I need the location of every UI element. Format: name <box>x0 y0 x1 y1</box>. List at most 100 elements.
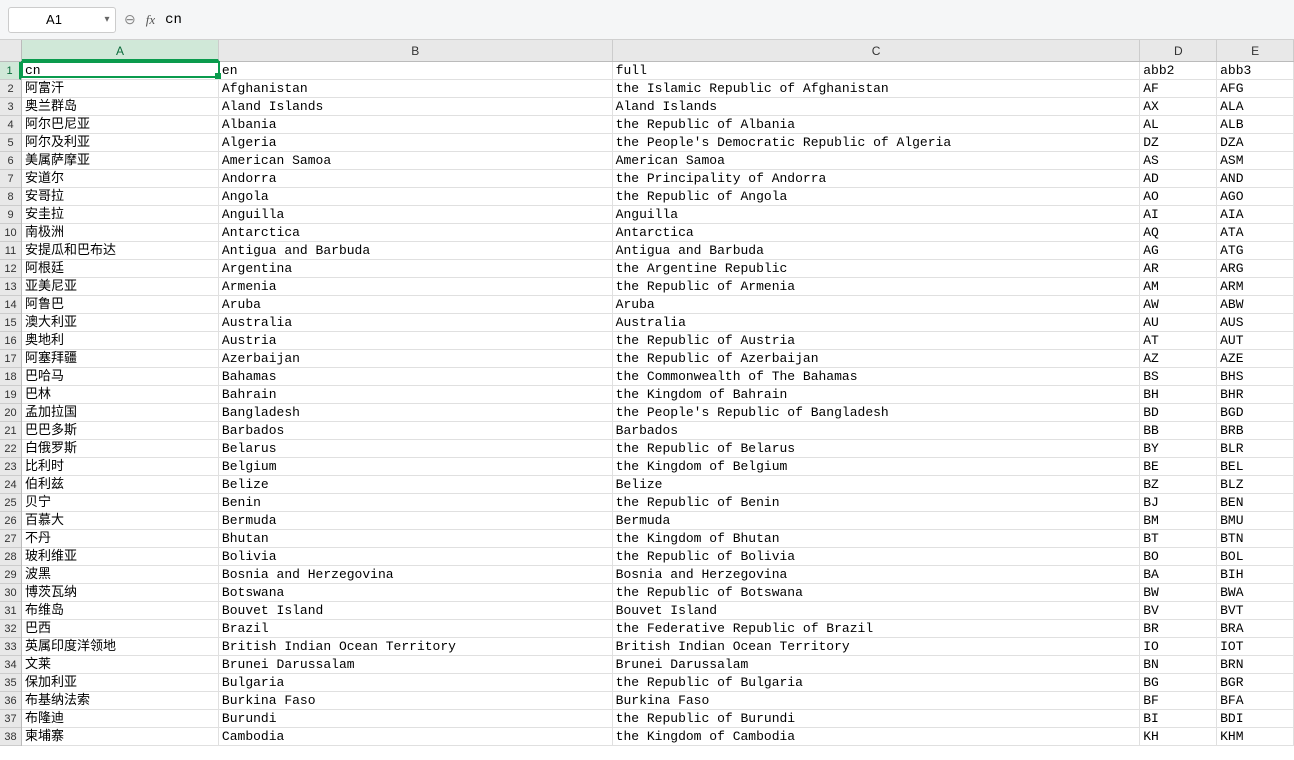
cell[interactable]: Armenia <box>219 278 613 295</box>
cell[interactable]: AT <box>1140 332 1217 349</box>
cell[interactable]: 百慕大 <box>22 512 219 529</box>
cell[interactable]: BR <box>1140 620 1217 637</box>
cell[interactable]: BA <box>1140 566 1217 583</box>
name-box-wrap[interactable]: ▾ <box>8 7 116 33</box>
cell[interactable]: 南极洲 <box>22 224 219 241</box>
cell[interactable]: BDI <box>1217 710 1294 727</box>
cell[interactable]: AFG <box>1217 80 1294 97</box>
cell[interactable]: Bouvet Island <box>219 602 613 619</box>
cell[interactable]: cn <box>22 62 219 79</box>
cell[interactable]: BH <box>1140 386 1217 403</box>
row-header[interactable]: 20 <box>0 404 21 422</box>
cell[interactable]: BHS <box>1217 368 1294 385</box>
cell[interactable]: BHR <box>1217 386 1294 403</box>
column-headers[interactable]: ABCDE <box>22 40 1294 62</box>
cell[interactable]: ALB <box>1217 116 1294 133</box>
row-header[interactable]: 19 <box>0 386 21 404</box>
cell[interactable]: 文莱 <box>22 656 219 673</box>
cell[interactable]: Antigua and Barbuda <box>219 242 613 259</box>
cell[interactable]: Bosnia and Herzegovina <box>219 566 613 583</box>
cell[interactable]: AUS <box>1217 314 1294 331</box>
row-header[interactable]: 25 <box>0 494 21 512</box>
cell[interactable]: the Republic of Albania <box>613 116 1141 133</box>
row-header[interactable]: 15 <box>0 314 21 332</box>
cell[interactable]: the Republic of Austria <box>613 332 1141 349</box>
cell[interactable]: British Indian Ocean Territory <box>219 638 613 655</box>
cell[interactable]: BMU <box>1217 512 1294 529</box>
row-header[interactable]: 3 <box>0 98 21 116</box>
cell[interactable]: Anguilla <box>613 206 1141 223</box>
cell[interactable]: 柬埔寨 <box>22 728 219 745</box>
zoom-out-icon[interactable]: ⊖ <box>124 11 136 28</box>
cell[interactable]: BG <box>1140 674 1217 691</box>
row-header[interactable]: 14 <box>0 296 21 314</box>
cell[interactable]: the Kingdom of Bhutan <box>613 530 1141 547</box>
cell[interactable]: the Kingdom of Belgium <box>613 458 1141 475</box>
cell[interactable]: Algeria <box>219 134 613 151</box>
cell[interactable]: Barbados <box>613 422 1141 439</box>
cell[interactable]: 阿鲁巴 <box>22 296 219 313</box>
cell[interactable]: BI <box>1140 710 1217 727</box>
cell[interactable]: BEL <box>1217 458 1294 475</box>
cell[interactable]: 玻利维亚 <box>22 548 219 565</box>
cell[interactable]: Bolivia <box>219 548 613 565</box>
cell[interactable]: AZ <box>1140 350 1217 367</box>
cell[interactable]: KH <box>1140 728 1217 745</box>
cell[interactable]: BN <box>1140 656 1217 673</box>
cell[interactable]: BVT <box>1217 602 1294 619</box>
cell[interactable]: the People's Democratic Republic of Alge… <box>613 134 1141 151</box>
cell[interactable]: IO <box>1140 638 1217 655</box>
row-header[interactable]: 23 <box>0 458 21 476</box>
row-header[interactable]: 37 <box>0 710 21 728</box>
cell[interactable]: 安圭拉 <box>22 206 219 223</box>
cell[interactable]: AI <box>1140 206 1217 223</box>
row-header[interactable]: 1 <box>0 62 21 80</box>
cell[interactable]: BIH <box>1217 566 1294 583</box>
row-header[interactable]: 10 <box>0 224 21 242</box>
cell[interactable]: 安道尔 <box>22 170 219 187</box>
row-header[interactable]: 35 <box>0 674 21 692</box>
cell[interactable]: the Kingdom of Cambodia <box>613 728 1141 745</box>
cell[interactable]: Bhutan <box>219 530 613 547</box>
grid[interactable]: cnenfullabb2abb3阿富汗Afghanistanthe Islami… <box>22 62 1294 760</box>
cell[interactable]: BLZ <box>1217 476 1294 493</box>
row-header[interactable]: 26 <box>0 512 21 530</box>
cell[interactable]: abb2 <box>1140 62 1217 79</box>
cell[interactable]: AU <box>1140 314 1217 331</box>
cell[interactable]: Bahrain <box>219 386 613 403</box>
cell[interactable]: the Argentine Republic <box>613 260 1141 277</box>
cell[interactable]: BW <box>1140 584 1217 601</box>
cell[interactable]: AL <box>1140 116 1217 133</box>
cell[interactable]: Brunei Darussalam <box>613 656 1141 673</box>
cell[interactable]: Bulgaria <box>219 674 613 691</box>
name-box-dropdown-icon[interactable]: ▾ <box>99 14 115 25</box>
cell[interactable]: 不丹 <box>22 530 219 547</box>
cell[interactable]: Belarus <box>219 440 613 457</box>
cell[interactable]: Azerbaijan <box>219 350 613 367</box>
cell[interactable]: Bosnia and Herzegovina <box>613 566 1141 583</box>
cell[interactable]: Botswana <box>219 584 613 601</box>
cell[interactable]: BD <box>1140 404 1217 421</box>
cell[interactable]: Barbados <box>219 422 613 439</box>
cell[interactable]: BV <box>1140 602 1217 619</box>
cell[interactable]: Benin <box>219 494 613 511</box>
cell[interactable]: 美属萨摩亚 <box>22 152 219 169</box>
cell[interactable]: 布基纳法索 <box>22 692 219 709</box>
cell[interactable]: ABW <box>1217 296 1294 313</box>
cell[interactable]: BGD <box>1217 404 1294 421</box>
cell[interactable]: Belgium <box>219 458 613 475</box>
cell[interactable]: BJ <box>1140 494 1217 511</box>
cell[interactable]: 阿根廷 <box>22 260 219 277</box>
column-header-c[interactable]: C <box>613 40 1141 61</box>
cell[interactable]: 阿尔巴尼亚 <box>22 116 219 133</box>
row-header[interactable]: 2 <box>0 80 21 98</box>
cell[interactable]: Andorra <box>219 170 613 187</box>
cell[interactable]: ATG <box>1217 242 1294 259</box>
cell[interactable]: 奥地利 <box>22 332 219 349</box>
cell[interactable]: BE <box>1140 458 1217 475</box>
cell[interactable]: DZA <box>1217 134 1294 151</box>
cell[interactable]: ARG <box>1217 260 1294 277</box>
cell[interactable]: the People's Republic of Bangladesh <box>613 404 1141 421</box>
cell[interactable]: AND <box>1217 170 1294 187</box>
cell[interactable]: Bermuda <box>219 512 613 529</box>
